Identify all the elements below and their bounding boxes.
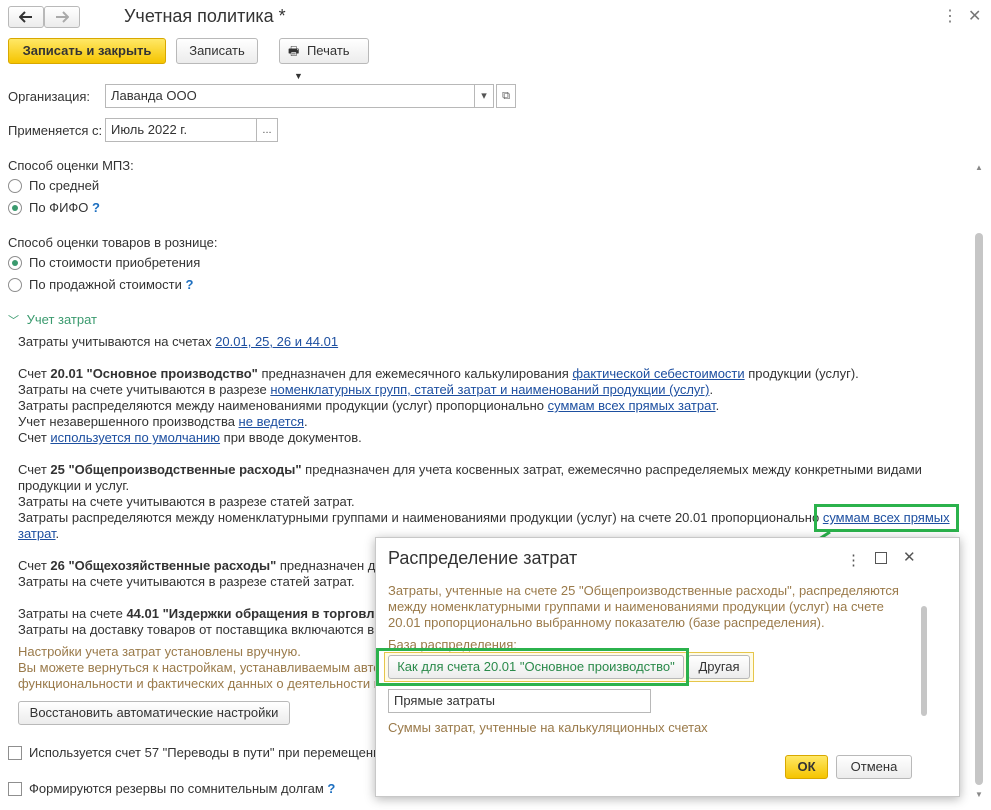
radio-retail-sale[interactable]	[8, 278, 22, 292]
close-icon[interactable]: ✕	[968, 6, 981, 26]
wip-link[interactable]: не ведется	[239, 414, 304, 429]
note-line2: Вы можете вернуться к настройкам, устана…	[18, 660, 381, 675]
arrow-left-icon	[18, 11, 32, 23]
p25-line1: Счет 25 "Общепроизводственные расходы" п…	[18, 462, 922, 477]
help-icon: ?	[185, 277, 194, 292]
p26-line1: Счет 26 "Общехозяйственные расходы" пред…	[18, 558, 376, 573]
account57-label: Используется счет 57 "Переводы в пути" п…	[29, 745, 381, 760]
print-button[interactable]: 🖶 Печать ▼	[279, 38, 369, 81]
costs-section-toggle[interactable]: ﹀ Учет затрат	[8, 312, 97, 328]
cost-distribution-dialog: Распределение затрат ⋮ ✕ Затраты, учтенн…	[375, 537, 960, 797]
retail-opt2-label: По продажной стоимости ?	[29, 277, 194, 292]
scroll-down-arrow[interactable]: ▼	[975, 790, 983, 799]
reserves-label: Формируются резервы по сомнительным долг…	[29, 781, 336, 796]
retail-label: Способ оценки товаров в рознице:	[8, 235, 218, 250]
dialog-scrollbar[interactable]	[921, 606, 927, 716]
actual-cost-link[interactable]: фактической себестоимости	[572, 366, 744, 381]
ok-button[interactable]: ОК	[785, 755, 828, 779]
p25-line2: продукции и услуг.	[18, 478, 130, 493]
direct-costs-25-link-cont[interactable]: затрат	[18, 526, 56, 541]
radio-mpz-average[interactable]	[8, 179, 22, 193]
more-icon[interactable]: ⋮	[942, 6, 958, 26]
accounts-link[interactable]: 20.01, 25, 26 и 44.01	[215, 334, 338, 349]
p20-line1: Счет 20.01 "Основное производство" предн…	[18, 366, 859, 381]
mpz-opt1-label: По средней	[29, 178, 100, 193]
restore-settings-button[interactable]: Восстановить автоматические настройки	[18, 701, 290, 725]
dialog-title: Распределение затрат	[388, 548, 578, 568]
p25-line5: затрат.	[18, 526, 60, 541]
radio-mpz-fifo[interactable]	[8, 201, 22, 215]
arrow-right-icon	[56, 11, 70, 23]
p25-line3: Затраты на счете учитываются в разрезе с…	[18, 494, 355, 509]
dialog-desc3: 20.01 пропорционально выбранному показат…	[388, 615, 825, 630]
org-field[interactable]: Лаванда ООО	[105, 84, 475, 108]
window-title: Учетная политика *	[124, 6, 286, 26]
accounts-line: Затраты учитываются на счетах 20.01, 25,…	[18, 334, 339, 349]
applies-field[interactable]: Июль 2022 г.	[105, 118, 257, 142]
p20-line5: Счет используется по умолчанию при вводе…	[18, 430, 362, 445]
dialog-close-icon[interactable]: ✕	[903, 548, 916, 566]
base-hint: Суммы затрат, учтенные на калькуляционны…	[388, 720, 708, 735]
p20-line2: Затраты на счете учитываются в разрезе н…	[18, 382, 714, 397]
p20-line4: Учет незавершенного производства не веде…	[18, 414, 308, 429]
save-button[interactable]: Записать	[176, 38, 258, 64]
main-scrollbar[interactable]	[975, 233, 983, 785]
mpz-opt2-label: По ФИФО ?	[29, 200, 100, 215]
option-other[interactable]: Другая	[688, 655, 750, 679]
p20-line3: Затраты распределяются между наименовани…	[18, 398, 720, 413]
radio-retail-purchase[interactable]	[8, 256, 22, 270]
help-icon: ?	[327, 781, 336, 796]
org-open-button[interactable]: ⧉	[496, 84, 516, 108]
note-line3: функциональности и фактических данных о …	[18, 676, 381, 691]
direct-costs-link[interactable]: суммам всех прямых затрат	[548, 398, 716, 413]
chevron-down-icon: ﹀	[8, 315, 19, 327]
dialog-desc1: Затраты, учтенные на счете 25 "Общепроиз…	[388, 583, 899, 598]
forward-button[interactable]	[44, 6, 80, 28]
default-link[interactable]: используется по умолчанию	[50, 430, 220, 445]
checkbox-account57[interactable]	[8, 746, 22, 760]
maximize-icon[interactable]	[875, 552, 887, 564]
highlight-option-same	[376, 648, 689, 686]
p26-line2: Затраты на счете учитываются в разрезе с…	[18, 574, 355, 589]
dialog-desc2: между номенклатурными группами и наимено…	[388, 599, 884, 614]
printer-icon: 🖶	[288, 44, 300, 58]
org-dropdown-button[interactable]: ▾	[474, 84, 494, 108]
analytics-link[interactable]: номенклатурных групп, статей затрат и на…	[270, 382, 709, 397]
applies-label: Применяется с:	[8, 123, 103, 138]
p44-line1: Затраты на счете 44.01 "Издержки обращен…	[18, 606, 375, 621]
chevron-down-icon: ▼	[294, 71, 303, 81]
retail-opt1-label: По стоимости приобретения	[29, 255, 201, 270]
dialog-more-icon[interactable]: ⋮	[846, 551, 861, 569]
print-label: Печать	[306, 43, 350, 58]
scroll-up-arrow[interactable]: ▲	[975, 163, 983, 172]
applies-select-button[interactable]: ...	[256, 118, 278, 142]
back-button[interactable]	[8, 6, 44, 28]
checkbox-reserves[interactable]	[8, 782, 22, 796]
help-icon: ?	[92, 200, 100, 215]
note-line1: Настройки учета затрат установлены вручн…	[18, 644, 301, 659]
base-field[interactable]: Прямые затраты	[388, 689, 651, 713]
p44-line2: Затраты на доставку товаров от поставщик…	[18, 622, 375, 637]
cancel-button[interactable]: Отмена	[836, 755, 912, 779]
save-close-button[interactable]: Записать и закрыть	[8, 38, 166, 64]
mpz-label: Способ оценки МПЗ:	[8, 158, 134, 173]
org-label: Организация:	[8, 89, 91, 104]
p25-line4: Затраты распределяются между номенклатур…	[18, 510, 950, 525]
